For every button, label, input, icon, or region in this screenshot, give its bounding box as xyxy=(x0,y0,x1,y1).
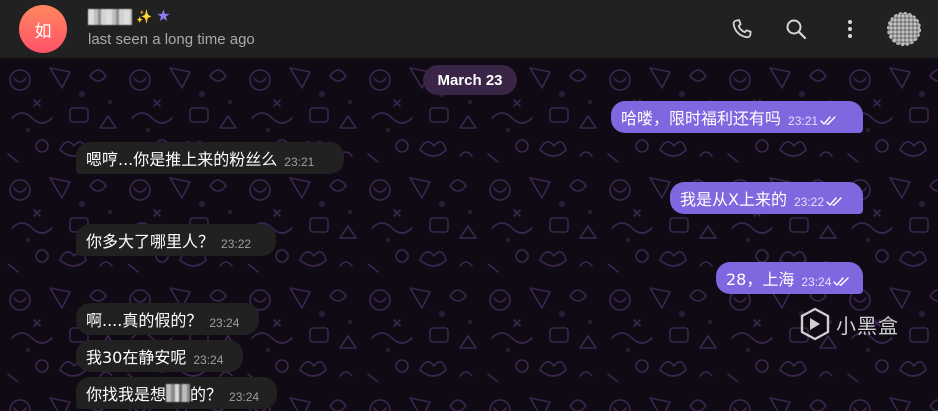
more-vertical-icon xyxy=(848,20,852,38)
message-text: 哈喽，限时福利还有吗 xyxy=(621,109,782,128)
message-time: 23:24 xyxy=(229,389,260,404)
outgoing-message[interactable]: 28，上海 23:24 xyxy=(716,262,863,294)
message-list[interactable]: March 23 哈喽，限时福利还有吗 23:21 嗯哼...你是推上来的粉丝么… xyxy=(0,58,938,411)
profile-avatar-icon xyxy=(887,12,921,46)
message-time: 23:24 xyxy=(801,274,832,289)
contact-avatar[interactable]: 如 xyxy=(19,5,67,53)
avatar-initial: 如 xyxy=(34,21,52,42)
message-text: 我30在静安呢 xyxy=(86,348,187,367)
premium-star-icon: ★ xyxy=(156,8,171,25)
message-meta: 23:24 xyxy=(209,316,239,330)
watermark-text: 小黑盒 xyxy=(836,313,899,338)
message-text: 啊....真的假的？ xyxy=(86,311,203,330)
incoming-message[interactable]: 你多大了哪里人？ 23:22 xyxy=(76,224,276,256)
own-profile-avatar[interactable] xyxy=(886,11,922,47)
double-check-read-icon xyxy=(826,196,842,206)
incoming-message[interactable]: 啊....真的假的？ 23:24 xyxy=(76,303,259,335)
message-text-start: 你找我是想 xyxy=(86,385,167,404)
message-time: 23:22 xyxy=(221,236,252,251)
message-meta: 23:21 xyxy=(284,155,314,169)
message-time: 23:24 xyxy=(193,352,224,367)
call-button[interactable] xyxy=(722,9,762,49)
redacted-contact-name xyxy=(88,9,132,25)
message-text-end: 的？ xyxy=(190,385,223,404)
message-text: 28，上海 xyxy=(726,270,795,289)
last-seen-status: last seen a long time ago xyxy=(88,31,255,48)
message-meta: 23:21 xyxy=(788,114,838,128)
contact-name-row[interactable]: ✨ ★ xyxy=(88,8,171,26)
chat-header: 如 ✨ ★ last seen a long time ago xyxy=(0,0,938,58)
message-text: 我是从X上来的 xyxy=(680,190,787,209)
message-text: 嗯哼...你是推上来的粉丝么 xyxy=(86,150,278,169)
message-meta: 23:22 xyxy=(221,237,251,251)
message-meta: 23:22 xyxy=(794,195,844,209)
search-button[interactable] xyxy=(776,9,816,49)
redacted-text xyxy=(166,384,191,402)
search-icon xyxy=(786,19,807,40)
date-separator: March 23 xyxy=(423,65,517,95)
sparkle-emoji-icon: ✨ xyxy=(136,9,153,24)
message-meta: 23:24 xyxy=(229,390,259,404)
message-time: 23:21 xyxy=(284,154,315,169)
incoming-message[interactable]: 嗯哼...你是推上来的粉丝么 23:21 xyxy=(76,142,344,174)
message-time: 23:24 xyxy=(209,315,240,330)
more-options-button[interactable] xyxy=(830,9,870,49)
xiaoheihe-watermark: 小黑盒 xyxy=(800,304,899,344)
telegram-chat-window: 如 ✨ ★ last seen a long time ago March 23… xyxy=(0,0,938,411)
double-check-read-icon xyxy=(833,276,850,286)
message-text: 你多大了哪里人？ xyxy=(86,232,215,251)
outgoing-message[interactable]: 哈喽，限时福利还有吗 23:21 xyxy=(611,101,863,133)
double-check-read-icon xyxy=(820,115,836,125)
xiaoheihe-logo-icon xyxy=(800,307,830,341)
message-time: 23:22 xyxy=(793,194,824,209)
message-time: 23:21 xyxy=(788,113,819,128)
message-meta: 23:24 xyxy=(801,275,851,289)
incoming-message[interactable]: 我30在静安呢 23:24 xyxy=(76,340,243,372)
message-meta: 23:24 xyxy=(193,353,223,367)
phone-icon xyxy=(732,19,752,39)
outgoing-message[interactable]: 我是从X上来的 23:22 xyxy=(670,182,863,214)
incoming-message[interactable]: 你找我是想 的？ 23:24 xyxy=(76,377,277,409)
